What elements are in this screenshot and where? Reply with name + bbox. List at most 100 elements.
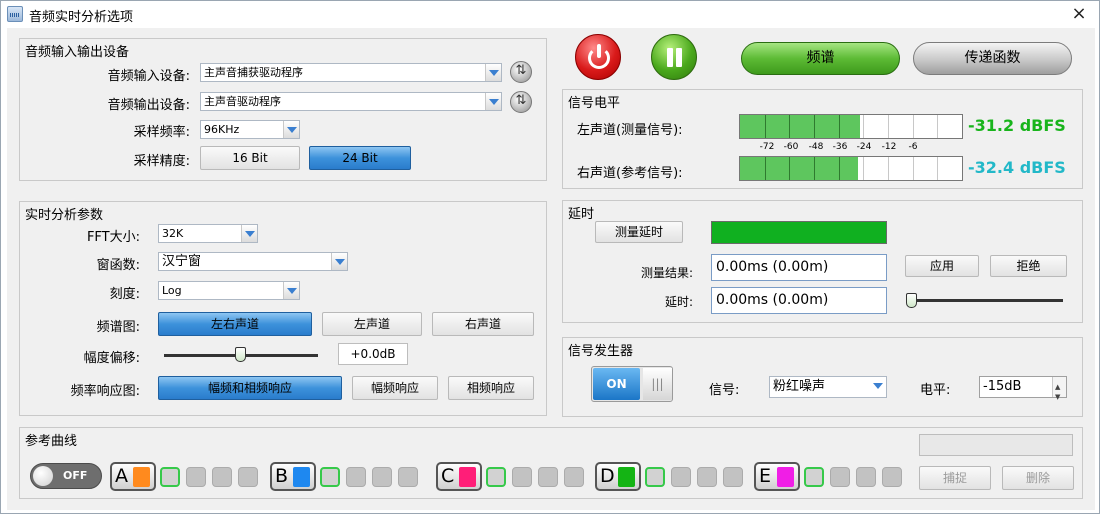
delay-value-field[interactable]: 0.00ms (0.00m) [711, 287, 887, 314]
reference-group-title: 参考曲线 [25, 434, 78, 449]
delay-group: 延时 测量延时 测量结果: 0.00ms (0.00m) 应用 拒绝 延时: 0… [562, 200, 1083, 323]
freq-response-label: 频率响应图: [70, 384, 140, 399]
window-function-value: 汉宁窗 [162, 254, 202, 269]
signal-type-label: 信号: [709, 383, 740, 398]
chevron-down-icon [870, 377, 886, 394]
reference-slot[interactable] [538, 467, 558, 487]
reference-slot[interactable] [697, 467, 717, 487]
measure-delay-button[interactable]: 测量延时 [595, 221, 683, 243]
reference-curve-a[interactable]: A [110, 462, 156, 491]
reference-slot[interactable] [212, 467, 232, 487]
reference-slot[interactable] [398, 467, 418, 487]
spectrum-mode-button[interactable]: 频谱 [741, 42, 900, 75]
title-bar: 音频实时分析选项 × [1, 1, 1099, 27]
transfer-function-button[interactable]: 传递函数 [913, 42, 1072, 75]
reference-slot[interactable] [346, 467, 366, 487]
generator-group-title: 信号发生器 [568, 344, 634, 359]
spectrum-both-button[interactable]: 左右声道 [158, 312, 312, 336]
bit-24-button[interactable]: 24 Bit [309, 146, 411, 170]
capture-button[interactable]: 捕捉 [919, 466, 991, 490]
reference-color-swatch [618, 467, 635, 487]
reference-slot[interactable] [830, 467, 850, 487]
bit-16-button[interactable]: 16 Bit [200, 146, 300, 170]
window-function-select[interactable]: 汉宁窗 [158, 252, 348, 271]
amplitude-offset-thumb[interactable] [235, 347, 246, 362]
bit-depth-label: 采样精度: [133, 154, 190, 169]
chevron-down-icon [283, 282, 299, 299]
amplitude-offset-label: 幅度偏移: [83, 351, 140, 366]
refresh-input-icon[interactable] [510, 61, 532, 83]
reference-slot[interactable] [372, 467, 392, 487]
right-channel-dbfs: -32.4 dBFS [968, 158, 1066, 177]
reference-slot[interactable] [564, 467, 584, 487]
reference-slot[interactable] [856, 467, 876, 487]
spectrum-right-button[interactable]: 右声道 [432, 312, 534, 336]
spinner-arrows-icon[interactable] [1052, 377, 1066, 407]
reference-slot[interactable] [320, 467, 340, 487]
reference-slot[interactable] [512, 467, 532, 487]
reference-slot[interactable] [186, 467, 206, 487]
reference-slot[interactable] [645, 467, 665, 487]
amplitude-offset-value[interactable]: +0.0dB [338, 343, 408, 365]
right-channel-meter [739, 156, 963, 181]
level-tick-label: -48 [808, 142, 824, 152]
pause-icon[interactable] [651, 34, 697, 80]
fft-size-select[interactable]: 32K [158, 224, 258, 243]
toggle-knob [33, 466, 53, 486]
sample-rate-select[interactable]: 96KHz [200, 120, 300, 139]
scale-label: 刻度: [109, 287, 140, 302]
window-function-label: 窗函数: [96, 258, 140, 273]
delay-group-title: 延时 [568, 207, 595, 222]
measure-result-label: 测量结果: [640, 266, 693, 280]
reference-toggle[interactable]: OFF [30, 463, 102, 489]
reject-button[interactable]: 拒绝 [990, 255, 1067, 277]
reference-slot[interactable] [671, 467, 691, 487]
level-tick-label: -12 [881, 142, 897, 152]
scale-select[interactable]: Log [158, 281, 300, 300]
output-device-select[interactable]: 主声音驱动程序 [200, 92, 502, 111]
reference-letter: B [275, 465, 289, 487]
left-channel-label: 左声道(测量信号): [577, 123, 683, 138]
left-channel-dbfs: -31.2 dBFS [968, 116, 1066, 135]
left-channel-meter [739, 114, 963, 139]
measure-result-field[interactable]: 0.00ms (0.00m) [711, 254, 887, 281]
apply-button[interactable]: 应用 [905, 255, 979, 277]
reference-slot[interactable] [804, 467, 824, 487]
reference-curve-d[interactable]: D [595, 462, 641, 491]
freqresp-phase-button[interactable]: 相频响应 [448, 376, 534, 400]
signal-generator-group: 信号发生器 ON ||| 信号: 粉红噪声 电平: -15dB [562, 337, 1083, 417]
freqresp-amp-button[interactable]: 幅频响应 [352, 376, 438, 400]
reference-color-swatch [133, 467, 150, 487]
power-icon[interactable] [575, 34, 621, 80]
spectrum-left-button[interactable]: 左声道 [322, 312, 422, 336]
close-icon[interactable]: × [1069, 3, 1089, 24]
reference-slot[interactable] [882, 467, 902, 487]
reference-curve-b[interactable]: B [270, 462, 316, 491]
signal-type-value: 粉红噪声 [773, 379, 826, 394]
analysis-group-title: 实时分析参数 [25, 208, 104, 223]
reference-toggle-off: OFF [63, 469, 88, 482]
freqresp-both-button[interactable]: 幅频和相频响应 [158, 376, 342, 400]
refresh-output-icon[interactable] [510, 91, 532, 113]
delay-slider-thumb[interactable] [906, 293, 917, 308]
app-window: 音频实时分析选项 × 音频输入输出设备 音频输入设备: 主声音捕获驱动程序 音频… [0, 0, 1100, 514]
reference-slot[interactable] [238, 467, 258, 487]
generator-toggle[interactable]: ON ||| [591, 366, 673, 402]
generator-level-label: 电平: [920, 383, 951, 398]
reference-color-swatch [459, 467, 476, 487]
io-devices-group: 音频输入输出设备 音频输入设备: 主声音捕获驱动程序 音频输出设备: 主声音驱动… [19, 38, 547, 181]
reference-curve-e[interactable]: E [754, 462, 800, 491]
reference-slot[interactable] [486, 467, 506, 487]
delay-slider-track[interactable] [907, 299, 1063, 302]
chevron-down-icon [485, 64, 501, 81]
spectrum-chart-label: 频谱图: [96, 320, 140, 335]
input-device-select[interactable]: 主声音捕获驱动程序 [200, 63, 502, 82]
chevron-down-icon [283, 121, 299, 138]
generator-level-spinner[interactable]: -15dB [979, 376, 1067, 407]
level-tick-label: -24 [856, 142, 872, 152]
reference-slot[interactable] [160, 467, 180, 487]
signal-type-select[interactable]: 粉红噪声 [769, 376, 887, 398]
delete-button[interactable]: 删除 [1002, 466, 1074, 490]
reference-curve-c[interactable]: C [436, 462, 482, 491]
reference-slot[interactable] [723, 467, 743, 487]
